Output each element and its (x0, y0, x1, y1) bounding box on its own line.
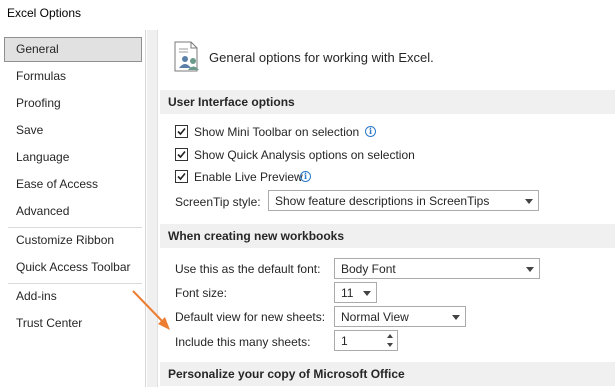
sidebar-item-ease-of-access[interactable]: Ease of Access (4, 172, 142, 197)
section-title: Personalize your copy of Microsoft Offic… (168, 367, 405, 381)
show-mini-toolbar-label[interactable]: Show Mini Toolbar on selection (194, 125, 359, 139)
default-font-value: Body Font (341, 262, 396, 276)
include-sheets-value: 1 (341, 334, 348, 348)
screentip-style-value: Show feature descriptions in ScreenTips (275, 194, 490, 208)
sidebar-item-language[interactable]: Language (4, 145, 142, 170)
enable-live-preview-label[interactable]: Enable Live Preview (194, 170, 303, 184)
include-sheets-spinner[interactable]: 1 (334, 330, 398, 351)
checkmark-icon (177, 127, 186, 136)
screentip-style-dropdown[interactable]: Show feature descriptions in ScreenTips (268, 190, 539, 211)
checkmark-icon (177, 172, 186, 181)
section-header-ui-options: User Interface options (160, 90, 615, 114)
checkmark-icon (177, 150, 186, 159)
font-size-dropdown[interactable]: 11 (334, 282, 377, 303)
sidebar-item-save[interactable]: Save (4, 118, 142, 143)
main-panel: General options for working with Excel. … (159, 30, 615, 387)
default-font-label: Use this as the default font: (175, 262, 321, 276)
window-title: Excel Options (7, 6, 82, 20)
enable-live-preview-checkbox[interactable] (175, 170, 188, 183)
screentip-style-label: ScreenTip style: (175, 195, 261, 209)
title-bar: Excel Options (0, 0, 615, 30)
sidebar-item-add-ins[interactable]: Add-ins (4, 284, 142, 309)
sidebar: General Formulas Proofing Save Language … (0, 30, 146, 387)
font-size-value: 11 (341, 286, 354, 300)
spin-up-icon[interactable] (387, 334, 393, 338)
spin-down-icon[interactable] (387, 343, 393, 347)
sidebar-item-general[interactable]: General (4, 37, 142, 62)
sidebar-item-formulas[interactable]: Formulas (4, 64, 142, 89)
info-icon[interactable]: i (300, 171, 311, 182)
dropdown-arrow-icon (363, 291, 371, 296)
section-title: User Interface options (168, 95, 295, 109)
sidebar-item-quick-access-toolbar[interactable]: Quick Access Toolbar (4, 255, 142, 280)
show-mini-toolbar-checkbox[interactable] (175, 125, 188, 138)
section-header-new-workbooks: When creating new workbooks (160, 224, 615, 248)
default-view-dropdown[interactable]: Normal View (334, 306, 466, 327)
font-size-label: Font size: (175, 286, 228, 300)
section-title: When creating new workbooks (168, 229, 345, 243)
options-general-icon (173, 41, 203, 73)
page-title: General options for working with Excel. (209, 50, 434, 65)
default-view-label: Default view for new sheets: (175, 310, 326, 324)
dropdown-arrow-icon (525, 199, 533, 204)
panel-divider (147, 30, 158, 387)
section-header-personalize: Personalize your copy of Microsoft Offic… (160, 362, 615, 386)
default-view-value: Normal View (341, 310, 409, 324)
sidebar-item-proofing[interactable]: Proofing (4, 91, 142, 116)
include-sheets-label: Include this many sheets: (175, 335, 311, 349)
dropdown-arrow-icon (526, 267, 534, 272)
sidebar-item-customize-ribbon[interactable]: Customize Ribbon (4, 228, 142, 253)
show-quick-analysis-checkbox[interactable] (175, 148, 188, 161)
sidebar-item-advanced[interactable]: Advanced (4, 199, 142, 224)
sidebar-item-trust-center[interactable]: Trust Center (4, 311, 142, 336)
dropdown-arrow-icon (452, 315, 460, 320)
show-quick-analysis-label[interactable]: Show Quick Analysis options on selection (194, 148, 415, 162)
info-icon[interactable]: i (365, 126, 376, 137)
default-font-dropdown[interactable]: Body Font (334, 258, 540, 279)
